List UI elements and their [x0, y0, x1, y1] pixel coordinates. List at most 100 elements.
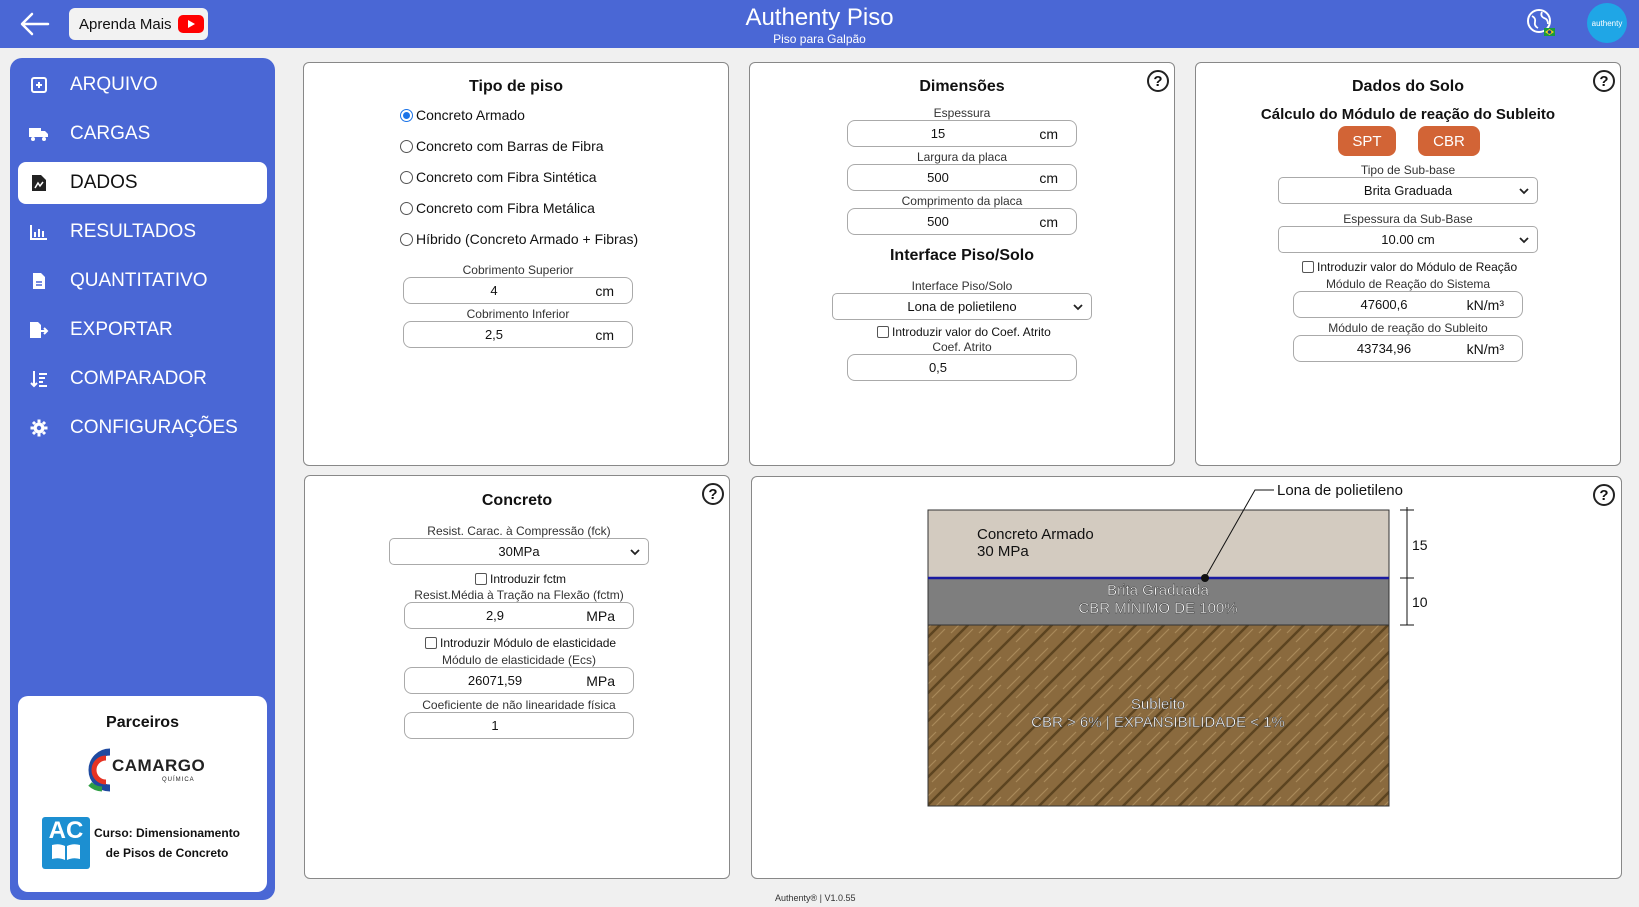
ecs-checkbox-row[interactable]: Introduzir Módulo de elasticidade — [425, 636, 616, 650]
sidebar-item-resultados[interactable]: RESULTADOS — [18, 211, 267, 253]
document-icon — [28, 270, 50, 292]
help-icon[interactable]: ? — [1593, 70, 1615, 92]
slab-width-label: Largura da placa — [916, 150, 1008, 164]
nonlinear-input[interactable]: 1 — [404, 712, 634, 739]
floor-type-option-3[interactable]: Concreto com Fibra Sintética — [400, 169, 597, 185]
modulo-checkbox[interactable] — [1302, 261, 1314, 273]
coef-checkbox[interactable] — [877, 326, 889, 338]
cover-top-value: 4 — [490, 283, 498, 298]
sidebar-item-label: ARQUIVO — [70, 74, 158, 95]
slab-width-unit: cm — [1039, 169, 1058, 186]
radio-selected-icon[interactable] — [400, 108, 413, 122]
cover-bottom-value: 2,5 — [484, 327, 504, 342]
interface-select[interactable]: Lona de polietileno — [832, 293, 1092, 320]
sidebar-item-configuracoes[interactable]: CONFIGURAÇÕES — [18, 407, 267, 449]
spt-button[interactable]: SPT — [1338, 126, 1396, 156]
thickness-label: Espessura — [933, 106, 991, 120]
subgrade-layer-cbr: CBR > 6% | EXPANSIBILIDADE < 1% — [1031, 714, 1285, 731]
coef-checkbox-label: Introduzir valor do Coef. Atrito — [892, 325, 1051, 339]
floor-type-option-5[interactable]: Híbrido (Concreto Armado + Fibras) — [400, 231, 638, 247]
subbase-type-select[interactable]: Brita Graduada — [1278, 177, 1538, 204]
ecs-checkbox[interactable] — [425, 637, 437, 649]
cover-top-input[interactable]: 4 cm — [403, 277, 633, 304]
slab-width-value: 500 — [927, 170, 949, 185]
document-chart-icon — [28, 172, 50, 194]
cover-bottom-input[interactable]: 2,5 cm — [403, 321, 633, 348]
app-subtitle: Piso para Galpão — [773, 32, 866, 46]
system-modulus-value: 47600,6 — [1360, 297, 1408, 312]
subbase-thickness-selected: 10.00 cm — [1381, 232, 1435, 247]
fck-select[interactable]: 30MPa — [389, 538, 649, 565]
slab-width-input[interactable]: 500 cm — [847, 164, 1077, 191]
fctm-checkbox[interactable] — [475, 573, 487, 585]
floor-type-option-4[interactable]: Concreto com Fibra Metálica — [400, 200, 595, 216]
fctm-unit: MPa — [586, 607, 615, 624]
subbase-thickness-select[interactable]: 10.00 cm — [1278, 226, 1538, 253]
sidebar-item-label: COMPARADOR — [70, 368, 207, 389]
subgrade-layer-label: Subleito — [1131, 696, 1185, 713]
sidebar-item-arquivo[interactable]: ARQUIVO — [18, 64, 267, 106]
thickness-input[interactable]: 15 cm — [847, 120, 1077, 147]
sidebar-item-comparador[interactable]: COMPARADOR — [18, 358, 267, 400]
concrete-title: Concreto — [481, 492, 553, 509]
globe-language-icon[interactable] — [1526, 8, 1556, 38]
system-modulus-label: Módulo de Reação do Sistema — [1325, 277, 1491, 291]
subgrade-modulus-unit: kN/m³ — [1466, 340, 1504, 357]
course-line-1: Curso: Dimensionamento — [94, 826, 241, 840]
partners-panel: Parceiros CAMARGO QUÍMICA AC Curso: Dime… — [18, 696, 267, 892]
sidebar-item-label: CONFIGURAÇÕES — [70, 417, 238, 438]
radio-icon[interactable] — [400, 232, 413, 246]
fctm-label: Resist.Média à Tração na Flexão (fctm) — [414, 588, 624, 602]
bar-chart-icon — [28, 221, 50, 243]
floor-type-option-1[interactable]: Concreto Armado — [400, 107, 525, 123]
coef-label: Coef. Atrito — [932, 340, 992, 354]
sidebar-item-quantitativo[interactable]: QUANTITATIVO — [18, 260, 267, 302]
app-title: Authenty Piso — [745, 4, 894, 31]
fctm-checkbox-row[interactable]: Introduzir fctm — [475, 572, 566, 586]
fck-label: Resist. Carac. à Compressão (fck) — [427, 524, 611, 538]
course-badge-text: AC — [48, 817, 84, 844]
camargo-logo[interactable]: CAMARGO QUÍMICA — [80, 744, 210, 794]
help-icon[interactable]: ? — [702, 483, 724, 505]
soil-subtitle: Cálculo do Módulo de reação do Subleito — [1260, 106, 1556, 123]
gravel-thickness-label: 10 — [1412, 594, 1428, 610]
sidebar-item-label: DADOS — [70, 172, 138, 193]
interface-title: Interface Piso/Solo — [889, 247, 1035, 264]
file-add-icon — [28, 74, 50, 96]
radio-icon[interactable] — [400, 201, 413, 215]
footer-version: Authenty® | V1.0.55 — [775, 893, 856, 903]
option-label: Concreto com Fibra Sintética — [416, 169, 597, 185]
chevron-down-icon — [1519, 237, 1529, 244]
floor-type-title: Tipo de piso — [469, 78, 563, 95]
sidebar-item-dados[interactable]: DADOS — [18, 162, 267, 204]
sidebar-item-cargas[interactable]: CARGAS — [18, 113, 267, 155]
fck-selected: 30MPa — [498, 544, 540, 559]
cover-top-unit: cm — [595, 282, 614, 299]
help-icon[interactable]: ? — [1147, 70, 1169, 92]
section-diagram: Lona de polietileno Concreto Armado 30 M… — [927, 482, 1428, 807]
cover-bottom-unit: cm — [595, 326, 614, 343]
user-avatar[interactable]: authenty — [1587, 3, 1627, 43]
subbase-type-selected: Brita Graduada — [1363, 183, 1453, 198]
floor-type-option-2[interactable]: Concreto com Barras de Fibra — [400, 138, 604, 154]
fctm-field: 2,9 MPa — [404, 602, 634, 629]
radio-icon[interactable] — [400, 139, 413, 153]
cbr-button[interactable]: CBR — [1418, 126, 1480, 156]
system-modulus-unit: kN/m³ — [1466, 296, 1504, 313]
truck-icon — [28, 123, 50, 145]
coef-value: 0,5 — [928, 360, 948, 375]
slab-length-input[interactable]: 500 cm — [847, 208, 1077, 235]
system-modulus-field: 47600,6 kN/m³ — [1293, 291, 1523, 318]
course-link[interactable]: AC Curso: Dimensionamento de Pisos de Co… — [42, 816, 242, 870]
chevron-down-icon — [1519, 188, 1529, 195]
gravel-layer-label: Brita Graduada — [1107, 582, 1209, 599]
modulo-checkbox-row[interactable]: Introduzir valor do Módulo de Reação — [1302, 260, 1517, 274]
radio-icon[interactable] — [400, 170, 413, 184]
concrete-layer-strength: 30 MPa — [977, 543, 1029, 560]
nonlinear-label: Coeficiente de não linearidade física — [422, 698, 616, 712]
sidebar-item-exportar[interactable]: EXPORTAR — [18, 309, 267, 351]
ecs-value: 26071,59 — [467, 673, 523, 688]
floor-type-card: Tipo de piso Concreto Armado Concreto co… — [303, 62, 729, 466]
coef-checkbox-row[interactable]: Introduzir valor do Coef. Atrito — [877, 325, 1051, 339]
interface-selected: Lona de polietileno — [907, 299, 1017, 314]
